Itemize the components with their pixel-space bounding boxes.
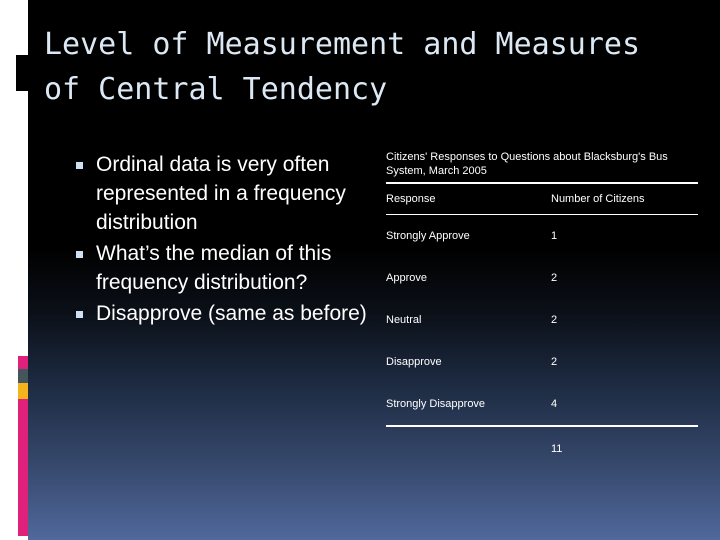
table-header-row: Response Number of Citizens (386, 184, 698, 214)
cell-count: 2 (551, 356, 558, 368)
cell-response: Strongly Approve (386, 230, 470, 242)
cell-count: 2 (551, 314, 558, 326)
cell-total-label (386, 427, 551, 455)
bullet-square-icon (76, 311, 83, 318)
slide: Level of Measurement and Measures of Cen… (0, 0, 720, 540)
accent-segment-gold (18, 383, 28, 399)
bullet-square-icon (76, 162, 83, 169)
bullet-square-icon (76, 251, 83, 258)
list-item: Ordinal data is very often represented i… (76, 150, 376, 237)
cell-count: 4 (551, 398, 558, 410)
table-total-row: 11 (386, 427, 698, 455)
cell-response: Strongly Disapprove (386, 398, 486, 410)
column-header-count: Number of Citizens (551, 193, 645, 205)
frequency-distribution-table: Citizens' Responses to Questions about B… (386, 150, 700, 455)
accent-segment-pink (18, 356, 28, 369)
table-row: Approve 2 (386, 257, 698, 299)
cell-total-value: 11 (551, 443, 563, 455)
list-item-text: Disapprove (same as before) (96, 302, 367, 325)
cell-count: 2 (551, 272, 558, 284)
list-item-text: Ordinal data is very often represented i… (96, 153, 346, 234)
accent-segment-slate (18, 369, 28, 383)
table-caption: Citizens' Responses to Questions about B… (386, 151, 668, 177)
cell-response: Approve (386, 272, 427, 284)
accent-bar-decoration (18, 356, 28, 536)
list-item: What’s the median of this frequency dist… (76, 239, 376, 297)
list-item: Disapprove (same as before) (76, 299, 376, 328)
column-header-response: Response (386, 193, 436, 205)
list-item-text: What’s the median of this frequency dist… (96, 242, 332, 294)
table-total: 11 (386, 427, 698, 455)
table: Response Number of Citizens (386, 184, 698, 214)
bullet-list: Ordinal data is very often represented i… (76, 150, 376, 330)
cell-response: Disapprove (386, 356, 442, 368)
slide-canvas: Level of Measurement and Measures of Cen… (28, 0, 720, 540)
page-title: Level of Measurement and Measures of Cen… (44, 27, 659, 107)
cell-response: Neutral (386, 314, 422, 326)
table-row: Strongly Disapprove 4 (386, 383, 698, 425)
table-row: Strongly Approve 1 (386, 215, 698, 257)
left-margin-strip (0, 0, 29, 540)
black-tab-decoration (16, 55, 29, 91)
accent-segment-pink-long (18, 399, 28, 536)
cell-count: 1 (551, 230, 558, 242)
table-row: Disapprove 2 (386, 341, 698, 383)
table-body: Strongly Approve 1 Approve 2 Neutral 2 D… (386, 215, 698, 425)
table-row: Neutral 2 (386, 299, 698, 341)
